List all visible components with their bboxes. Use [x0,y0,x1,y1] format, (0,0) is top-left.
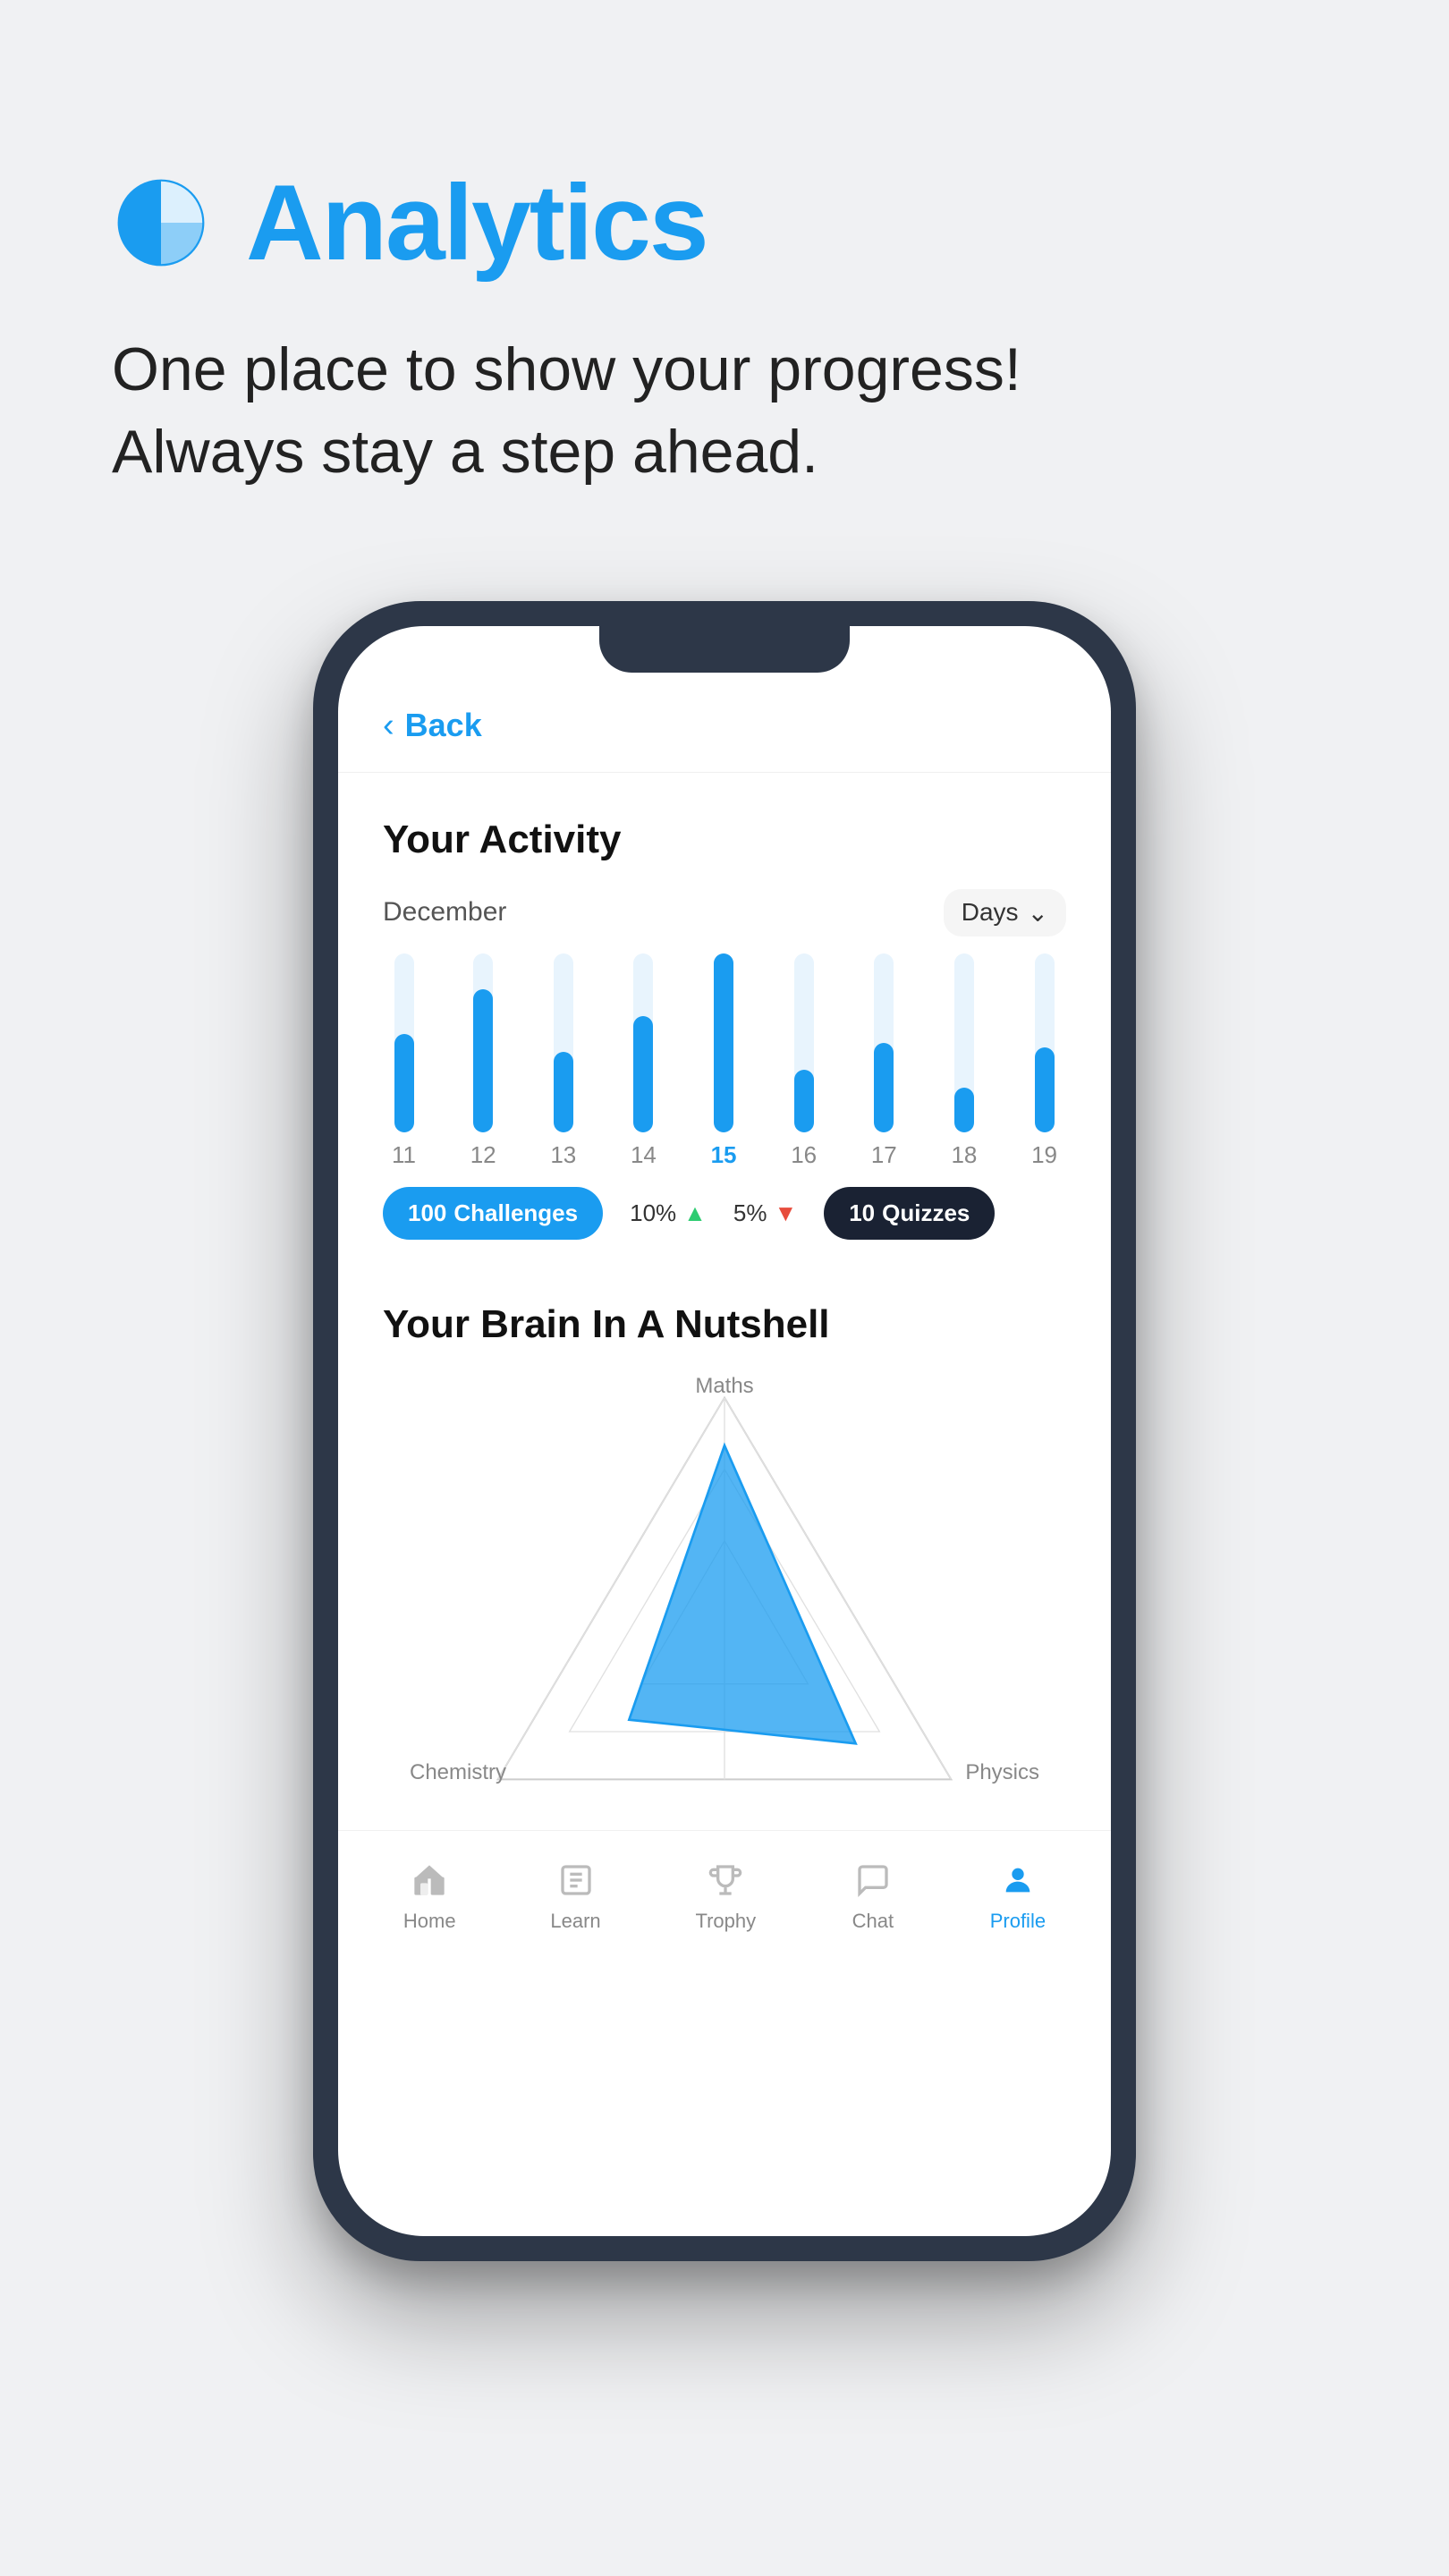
quizzes-count: 10 [849,1199,875,1227]
analytics-pie-icon [112,174,210,272]
home-icon [407,1858,452,1902]
book-icon [554,1858,598,1902]
bar-group-15: 15 [711,953,737,1169]
nav-label-trophy: Trophy [695,1910,756,1933]
chat-icon [851,1858,895,1902]
nav-item-home[interactable]: Home [403,1858,456,1933]
nav-item-learn[interactable]: Learn [550,1858,600,1933]
back-button[interactable]: ‹ Back [383,707,1066,745]
title-row: Analytics [112,161,1337,284]
bar-chart: 11 12 13 [383,972,1066,1169]
days-dropdown[interactable]: Days ⌄ [944,889,1066,936]
up-arrow-icon: ▲ [683,1199,707,1227]
stats-row: 100 Challenges 10% ▲ 5% ▼ 10 [383,1187,1066,1240]
nav-item-profile[interactable]: Profile [990,1858,1046,1933]
profile-icon [996,1858,1040,1902]
dropdown-chevron-icon: ⌄ [1028,898,1048,928]
trophy-icon [703,1858,748,1902]
header-section: Analytics One place to show your progres… [0,0,1449,547]
challenges-badge: 100 Challenges [383,1187,603,1240]
quizzes-label: Quizzes [882,1199,970,1227]
down-arrow-icon: ▼ [774,1199,797,1227]
quizzes-badge: 10 Quizzes [824,1187,995,1240]
bar-group-13: 13 [550,953,576,1169]
phone-screen: ‹ Back Your Activity December Days ⌄ [338,626,1111,2236]
back-label: Back [405,707,482,744]
activity-title: Your Activity [383,818,1066,862]
bar-group-16: 16 [791,953,817,1169]
brain-section: Your Brain In A Nutshell Maths Chemistry… [338,1267,1111,1830]
radar-chart: Maths Chemistry Physics [383,1374,1066,1803]
nav-item-chat[interactable]: Chat [851,1858,895,1933]
nav-label-chat: Chat [852,1910,894,1933]
analytics-subtitle: One place to show your progress! Always … [112,329,1337,494]
activity-header: December Days ⌄ [383,889,1066,936]
bar-group-12: 12 [470,953,496,1169]
brain-title: Your Brain In A Nutshell [383,1302,1066,1347]
bar-group-17: 17 [871,953,897,1169]
nav-label-profile: Profile [990,1910,1046,1933]
percent-down-value: 5% [733,1199,767,1227]
challenges-label: Challenges [453,1199,578,1227]
phone-device: ‹ Back Your Activity December Days ⌄ [313,601,1136,2261]
nav-label-home: Home [403,1910,456,1933]
days-label: Days [962,898,1019,927]
phone-wrapper: ‹ Back Your Activity December Days ⌄ [0,601,1449,2351]
nav-label-learn: Learn [550,1910,600,1933]
activity-section: Your Activity December Days ⌄ [338,773,1111,1267]
back-chevron-icon: ‹ [383,707,394,745]
bar-group-18: 18 [951,953,977,1169]
radar-label-physics: Physics [965,1760,1039,1785]
bar-group-19: 19 [1031,953,1057,1169]
analytics-title: Analytics [246,161,708,284]
bar-group-11: 11 [392,953,416,1169]
percent-up-value: 10% [630,1199,676,1227]
radar-label-chemistry: Chemistry [410,1760,506,1785]
month-label: December [383,897,506,928]
radar-label-maths: Maths [695,1374,753,1399]
screen-content: ‹ Back Your Activity December Days ⌄ [338,626,1111,1969]
bar-group-14: 14 [631,953,657,1169]
challenges-count: 100 [408,1199,446,1227]
phone-notch [599,626,850,673]
percent-down-stat: 5% ▼ [733,1199,797,1227]
percent-up-stat: 10% ▲ [630,1199,707,1227]
bottom-nav: Home Learn [338,1830,1111,1969]
nav-item-trophy[interactable]: Trophy [695,1858,756,1933]
